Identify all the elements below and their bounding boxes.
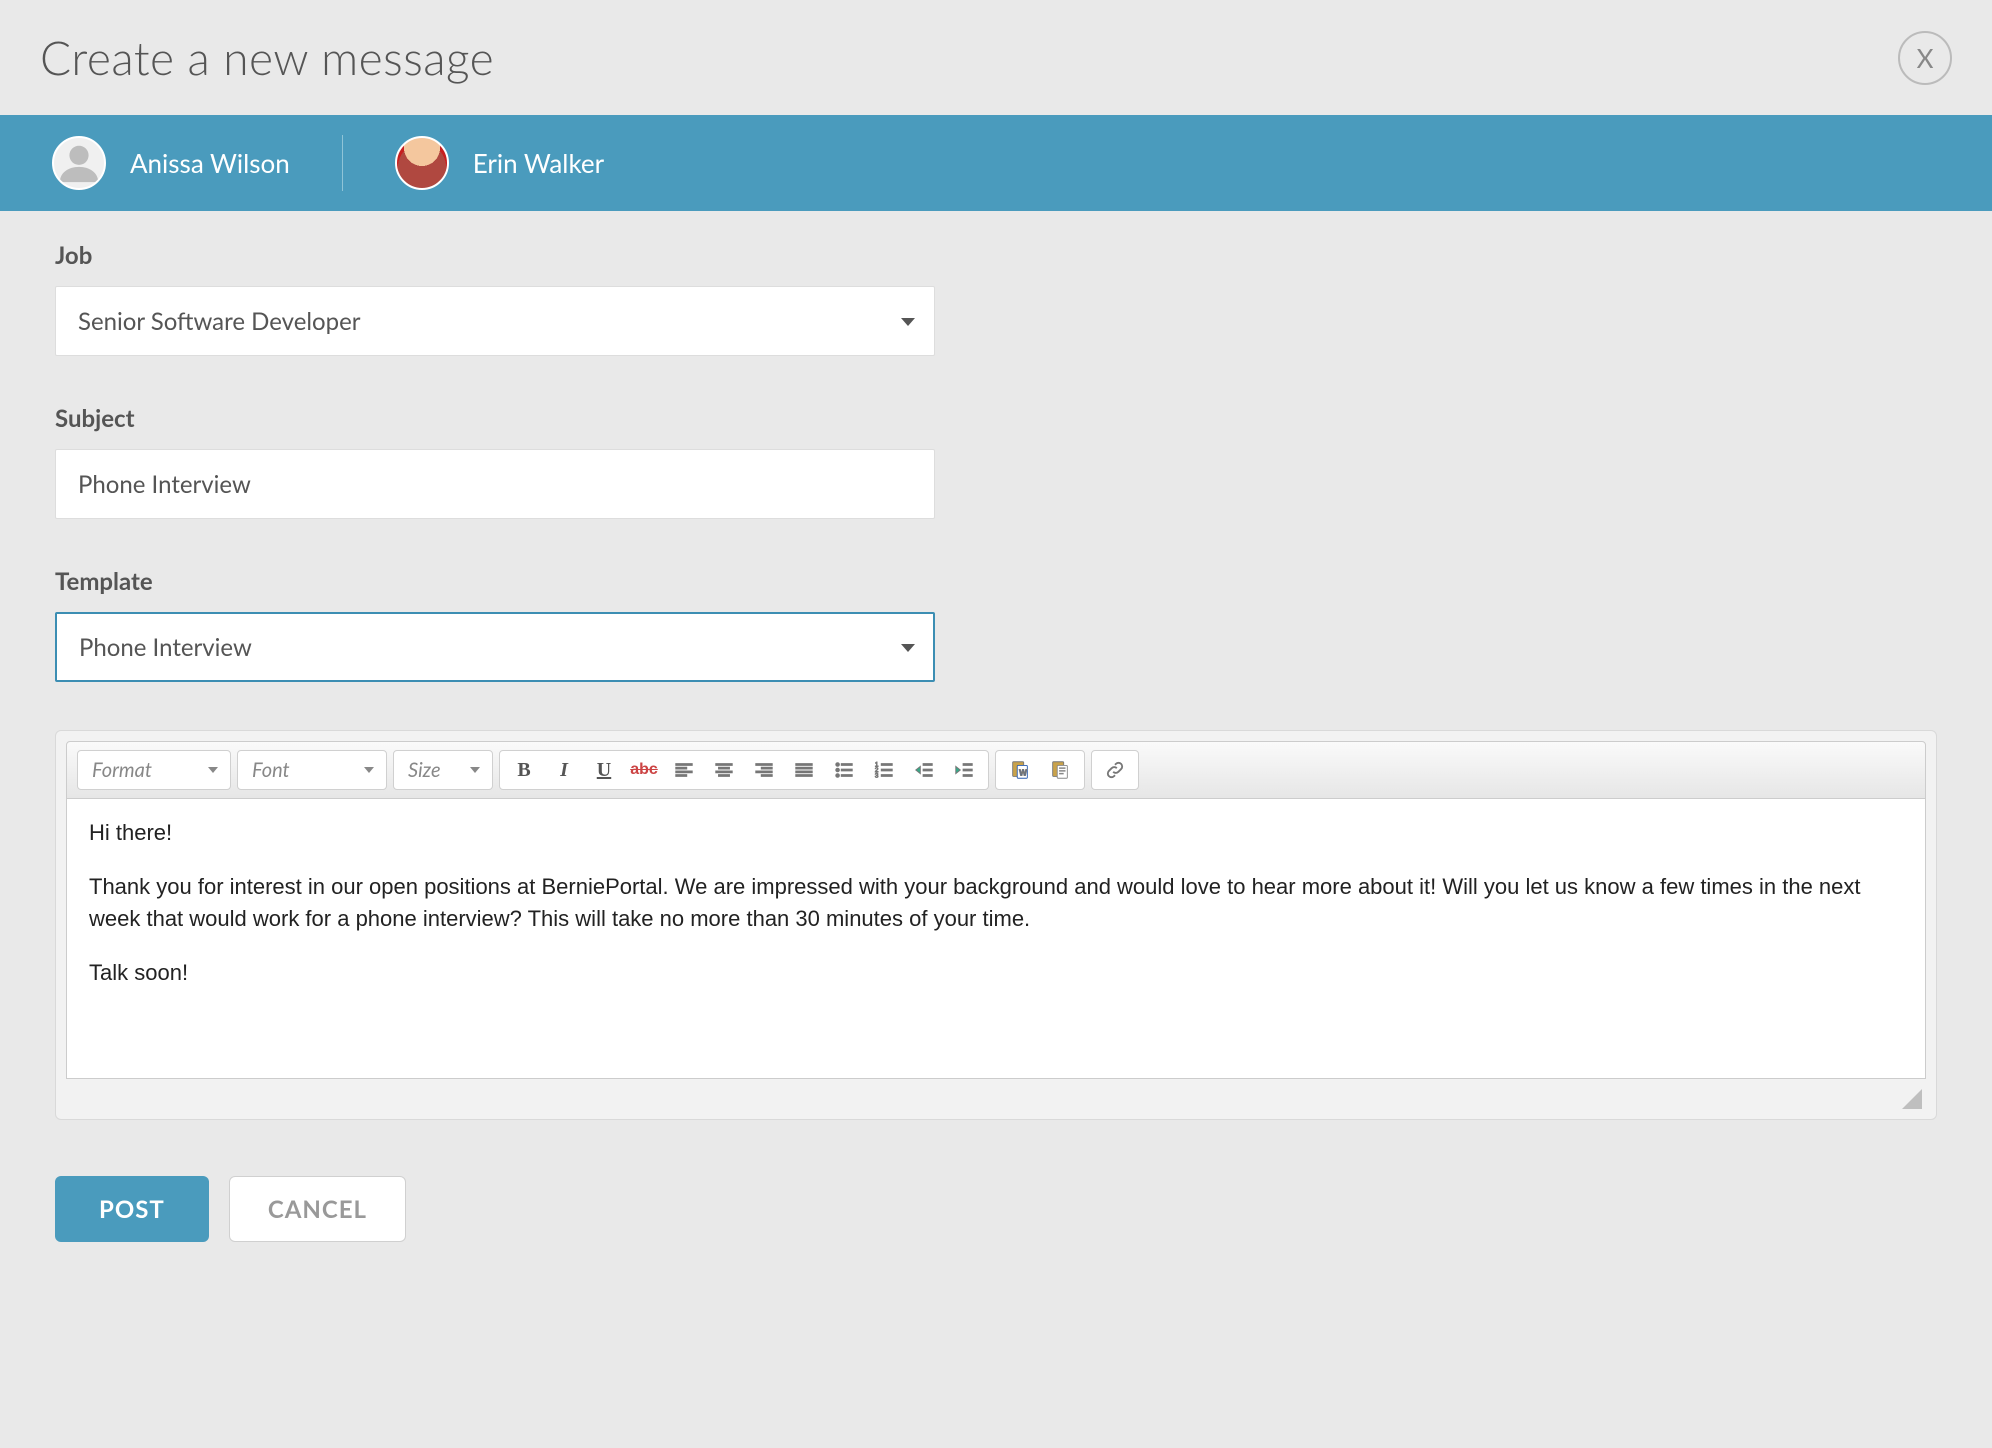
paste-word-icon: W <box>1009 759 1031 781</box>
font-label: Font <box>252 758 290 782</box>
align-center-button[interactable] <box>704 752 744 788</box>
recipient-item[interactable]: Erin Walker <box>395 135 656 191</box>
action-buttons: POST CANCEL <box>55 1176 1937 1242</box>
align-left-button[interactable] <box>664 752 704 788</box>
strikethrough-button[interactable]: abc <box>624 752 664 788</box>
editor-paragraph: Hi there! <box>89 817 1903 849</box>
recipient-name: Erin Walker <box>473 147 604 179</box>
editor-body[interactable]: Hi there! Thank you for interest in our … <box>66 799 1926 1079</box>
align-justify-button[interactable] <box>784 752 824 788</box>
chevron-down-icon <box>364 767 374 773</box>
recipients-bar: Anissa Wilson Erin Walker <box>0 115 1992 211</box>
outdent-icon <box>913 759 935 781</box>
chevron-down-icon <box>470 767 480 773</box>
rich-text-editor: Format Font Size B I U abc <box>55 730 1937 1120</box>
align-left-icon <box>673 759 695 781</box>
bullet-list-icon <box>833 759 855 781</box>
editor-paragraph: Thank you for interest in our open posit… <box>89 871 1903 935</box>
avatar <box>395 136 449 190</box>
svg-text:3: 3 <box>875 772 879 779</box>
cancel-button[interactable]: CANCEL <box>229 1176 406 1242</box>
form-area: Job Senior Software Developer Subject Te… <box>0 211 1992 1272</box>
editor-paragraph: Talk soon! <box>89 957 1903 989</box>
align-justify-icon <box>793 759 815 781</box>
editor-toolbar: Format Font Size B I U abc <box>66 741 1926 799</box>
link-icon <box>1104 759 1126 781</box>
svg-text:W: W <box>1019 769 1027 778</box>
paste-group: W <box>995 750 1085 790</box>
indent-icon <box>953 759 975 781</box>
recipient-item[interactable]: Anissa Wilson <box>52 135 343 191</box>
template-select[interactable]: Phone Interview <box>55 612 935 682</box>
size-dropdown[interactable]: Size <box>393 750 493 790</box>
field-label: Job <box>55 241 1937 270</box>
align-right-button[interactable] <box>744 752 784 788</box>
modal-header: Create a new message X <box>0 0 1992 115</box>
paste-word-button[interactable]: W <box>1000 752 1040 788</box>
numbered-list-icon: 123 <box>873 759 895 781</box>
italic-button[interactable]: I <box>544 752 584 788</box>
create-message-modal: Create a new message X Anissa Wilson Eri… <box>0 0 1992 1448</box>
close-button[interactable]: X <box>1898 31 1952 85</box>
underline-button[interactable]: U <box>584 752 624 788</box>
link-button[interactable] <box>1091 750 1139 790</box>
format-label: Format <box>92 758 152 782</box>
font-dropdown[interactable]: Font <box>237 750 387 790</box>
bold-button[interactable]: B <box>504 752 544 788</box>
format-dropdown[interactable]: Format <box>77 750 231 790</box>
field-label: Template <box>55 567 1937 596</box>
align-center-icon <box>713 759 735 781</box>
outdent-button[interactable] <box>904 752 944 788</box>
text-style-group: B I U abc <box>499 750 989 790</box>
numbered-list-button[interactable]: 123 <box>864 752 904 788</box>
close-icon: X <box>1917 42 1934 74</box>
paste-text-icon <box>1049 759 1071 781</box>
page-title: Create a new message <box>40 30 494 85</box>
job-select-wrap: Senior Software Developer <box>55 286 935 356</box>
template-select-wrap: Phone Interview <box>55 612 935 682</box>
size-label: Size <box>408 758 441 782</box>
paste-text-button[interactable] <box>1040 752 1080 788</box>
chevron-down-icon <box>208 767 218 773</box>
job-select[interactable]: Senior Software Developer <box>55 286 935 356</box>
editor-resize-handle[interactable] <box>66 1079 1926 1109</box>
align-right-icon <box>753 759 775 781</box>
avatar <box>52 136 106 190</box>
field-subject: Subject <box>55 404 1937 519</box>
bullet-list-button[interactable] <box>824 752 864 788</box>
field-label: Subject <box>55 404 1937 433</box>
indent-button[interactable] <box>944 752 984 788</box>
field-job: Job Senior Software Developer <box>55 241 1937 356</box>
recipient-name: Anissa Wilson <box>130 147 290 179</box>
field-template: Template Phone Interview <box>55 567 1937 682</box>
person-icon <box>56 140 102 186</box>
subject-input[interactable] <box>55 449 935 519</box>
post-button[interactable]: POST <box>55 1176 209 1242</box>
